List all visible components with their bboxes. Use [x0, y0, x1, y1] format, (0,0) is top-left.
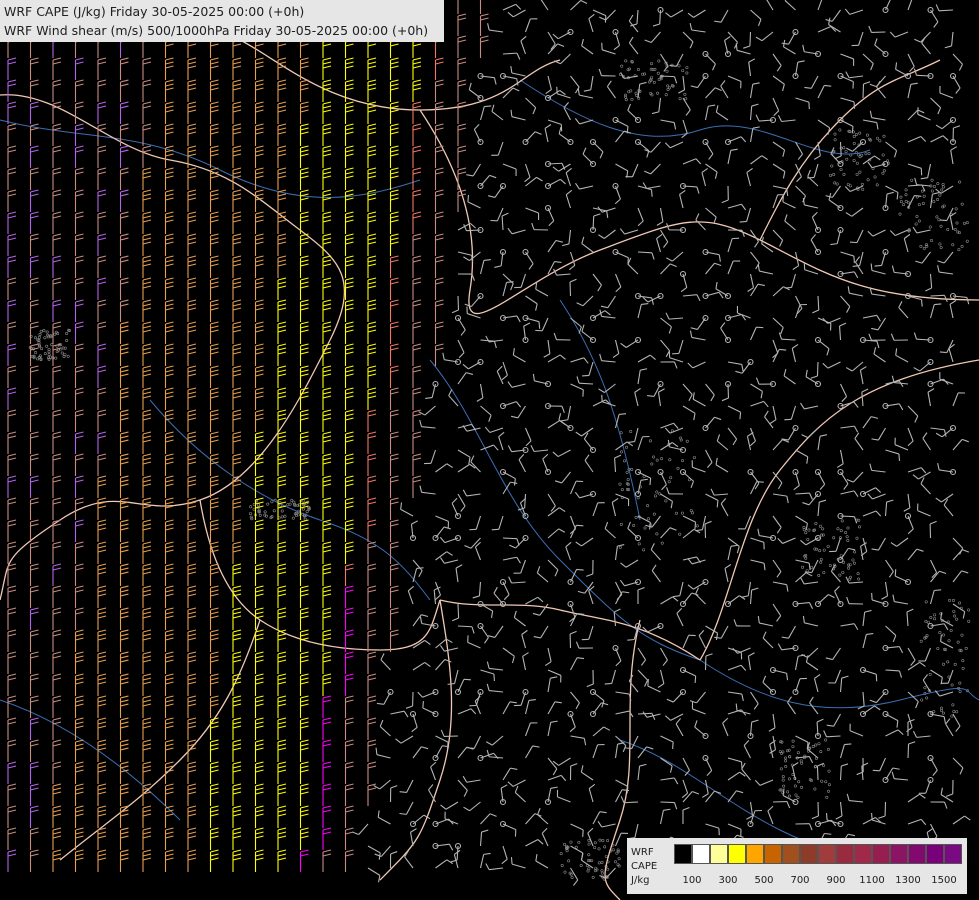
barb-feather [694, 522, 697, 530]
barb-feather [898, 453, 901, 461]
barb-feather [939, 351, 947, 354]
barb-feather [484, 105, 492, 108]
barb-feather [782, 194, 785, 202]
barb-feather [914, 195, 922, 197]
barb-feather [849, 241, 858, 244]
barb-staff [839, 141, 842, 157]
barb-feather [939, 219, 947, 222]
barb-feather [618, 413, 627, 416]
barb-feather [804, 571, 812, 574]
barb-staff [749, 31, 752, 47]
barb-feather [649, 478, 652, 486]
barb-feather [739, 220, 747, 223]
barb-feather [582, 374, 590, 377]
barb-staff [457, 295, 460, 311]
map-background [0, 0, 979, 900]
barb-staff [781, 338, 796, 341]
barb-staff [502, 537, 518, 540]
barb-feather [874, 264, 882, 267]
barb-feather [824, 84, 832, 87]
wind-shear-map [0, 0, 979, 900]
barb-staff [930, 294, 945, 297]
barb-staff [862, 83, 865, 99]
barb-feather [851, 126, 854, 134]
barb-feather [716, 500, 719, 508]
barb-feather [756, 480, 764, 483]
barb-staff [817, 295, 820, 311]
barb-feather [779, 348, 787, 351]
barb-feather [506, 281, 514, 284]
barb-feather [538, 321, 541, 329]
barb-staff [816, 361, 819, 377]
barb-feather [650, 189, 653, 197]
barb-feather [934, 303, 942, 306]
barb-feather [870, 263, 873, 271]
barb-feather [467, 194, 470, 202]
barb-feather [853, 101, 856, 109]
barb-feather [920, 299, 923, 307]
barb-feather [735, 43, 738, 51]
barb-staff [660, 75, 675, 78]
barb-feather [739, 412, 742, 420]
